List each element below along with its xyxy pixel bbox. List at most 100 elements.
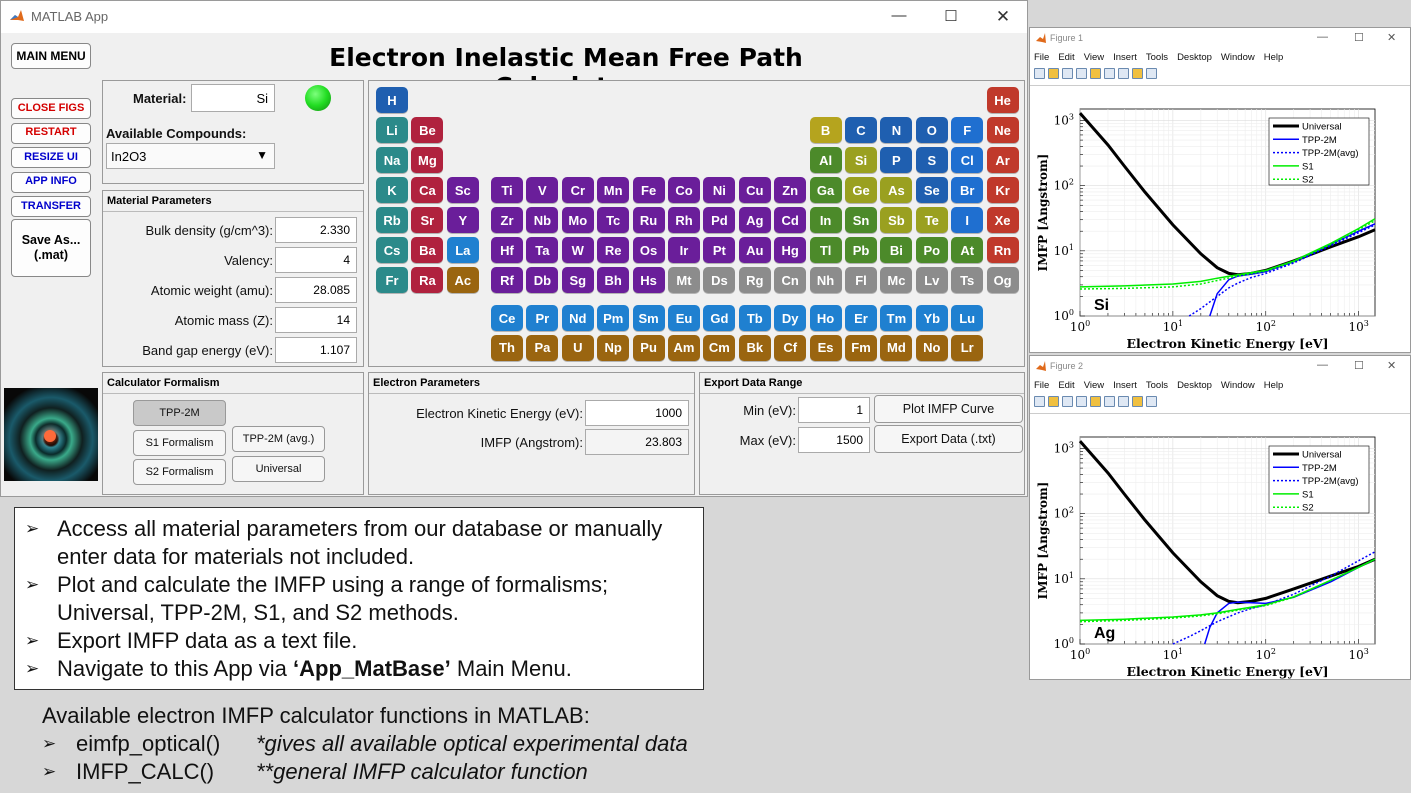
- element-co-button[interactable]: Co: [668, 177, 700, 203]
- element-ac-button[interactable]: Ac: [446, 267, 479, 293]
- element-os-button[interactable]: Os: [632, 237, 665, 263]
- element-ru-button[interactable]: Ru: [632, 207, 665, 233]
- element-bi-button[interactable]: Bi: [880, 237, 913, 263]
- element-eu-button[interactable]: Eu: [668, 305, 700, 331]
- element-kr-button[interactable]: Kr: [986, 177, 1019, 203]
- element-b-button[interactable]: B: [809, 117, 842, 143]
- element-cf-button[interactable]: Cf: [774, 334, 807, 361]
- element-hs-button[interactable]: Hs: [632, 267, 665, 293]
- element-po-button[interactable]: Po: [915, 237, 948, 263]
- element-i-button[interactable]: I: [951, 207, 984, 233]
- element-ds-button[interactable]: Ds: [703, 267, 736, 293]
- element-v-button[interactable]: V: [526, 177, 559, 203]
- element-md-button[interactable]: Md: [880, 334, 913, 361]
- element-th-button[interactable]: Th: [491, 334, 523, 361]
- min-input[interactable]: 1: [798, 397, 870, 423]
- element-ag-button[interactable]: Ag: [738, 207, 771, 233]
- element-be-button[interactable]: Be: [411, 117, 444, 143]
- element-ir-button[interactable]: Ir: [668, 237, 700, 263]
- param-input[interactable]: 2.330: [275, 217, 357, 243]
- element-cr-button[interactable]: Cr: [561, 177, 594, 203]
- element-br-button[interactable]: Br: [951, 177, 984, 203]
- element-in-button[interactable]: In: [809, 207, 842, 233]
- element-pm-button[interactable]: Pm: [597, 305, 630, 331]
- element-h-button[interactable]: H: [376, 87, 408, 113]
- element-sb-button[interactable]: Sb: [880, 207, 913, 233]
- element-sc-button[interactable]: Sc: [446, 177, 479, 203]
- resize-ui-button[interactable]: RESIZE UI: [11, 147, 91, 168]
- element-cl-button[interactable]: Cl: [951, 147, 984, 173]
- param-input[interactable]: 14: [275, 307, 357, 333]
- element-tb-button[interactable]: Tb: [738, 305, 771, 331]
- element-cm-button[interactable]: Cm: [703, 334, 736, 361]
- element-na-button[interactable]: Na: [376, 147, 408, 173]
- element-p-button[interactable]: P: [880, 147, 913, 173]
- element-pa-button[interactable]: Pa: [526, 334, 559, 361]
- element-ti-button[interactable]: Ti: [491, 177, 523, 203]
- element-si-button[interactable]: Si: [845, 147, 877, 173]
- element-zn-button[interactable]: Zn: [774, 177, 807, 203]
- element-db-button[interactable]: Db: [526, 267, 559, 293]
- material-input[interactable]: Si: [191, 84, 275, 112]
- s2-formalism-button[interactable]: S2 Formalism: [133, 459, 226, 485]
- element-ts-button[interactable]: Ts: [951, 267, 984, 293]
- element-pd-button[interactable]: Pd: [703, 207, 736, 233]
- element-og-button[interactable]: Og: [986, 267, 1019, 293]
- element-cs-button[interactable]: Cs: [376, 237, 408, 263]
- element-n-button[interactable]: N: [880, 117, 913, 143]
- element-er-button[interactable]: Er: [845, 305, 877, 331]
- element-la-button[interactable]: La: [446, 237, 479, 263]
- element-fe-button[interactable]: Fe: [632, 177, 665, 203]
- element-f-button[interactable]: F: [951, 117, 984, 143]
- element-fl-button[interactable]: Fl: [845, 267, 877, 293]
- element-ni-button[interactable]: Ni: [703, 177, 736, 203]
- element-cd-button[interactable]: Cd: [774, 207, 807, 233]
- element-c-button[interactable]: C: [845, 117, 877, 143]
- element-rh-button[interactable]: Rh: [668, 207, 700, 233]
- element-at-button[interactable]: At: [951, 237, 984, 263]
- universal-button[interactable]: Universal: [232, 456, 325, 482]
- param-input[interactable]: 1.107: [275, 337, 357, 363]
- element-ca-button[interactable]: Ca: [411, 177, 444, 203]
- element-au-button[interactable]: Au: [738, 237, 771, 263]
- maximize-icon[interactable]: ☐: [931, 7, 971, 25]
- element-se-button[interactable]: Se: [915, 177, 948, 203]
- element-pr-button[interactable]: Pr: [526, 305, 559, 331]
- element-nd-button[interactable]: Nd: [561, 305, 594, 331]
- element-mo-button[interactable]: Mo: [561, 207, 594, 233]
- element-yb-button[interactable]: Yb: [915, 305, 948, 331]
- element-rg-button[interactable]: Rg: [738, 267, 771, 293]
- element-mt-button[interactable]: Mt: [668, 267, 700, 293]
- element-lu-button[interactable]: Lu: [951, 305, 984, 331]
- compounds-dropdown[interactable]: In2O3 ▼: [106, 143, 275, 169]
- element-cu-button[interactable]: Cu: [738, 177, 771, 203]
- element-fm-button[interactable]: Fm: [845, 334, 877, 361]
- element-mg-button[interactable]: Mg: [411, 147, 444, 173]
- element-lv-button[interactable]: Lv: [915, 267, 948, 293]
- element-rb-button[interactable]: Rb: [376, 207, 408, 233]
- element-ne-button[interactable]: Ne: [986, 117, 1019, 143]
- close-figs-button[interactable]: CLOSE FIGS: [11, 98, 91, 119]
- element-np-button[interactable]: Np: [597, 334, 630, 361]
- element-ra-button[interactable]: Ra: [411, 267, 444, 293]
- element-he-button[interactable]: He: [986, 87, 1019, 113]
- element-hf-button[interactable]: Hf: [491, 237, 523, 263]
- restart-button[interactable]: RESTART: [11, 122, 91, 144]
- element-rf-button[interactable]: Rf: [491, 267, 523, 293]
- element-k-button[interactable]: K: [376, 177, 408, 203]
- element-pt-button[interactable]: Pt: [703, 237, 736, 263]
- close-icon[interactable]: ✕: [983, 7, 1023, 27]
- element-rn-button[interactable]: Rn: [986, 237, 1019, 263]
- element-o-button[interactable]: O: [915, 117, 948, 143]
- element-zr-button[interactable]: Zr: [491, 207, 523, 233]
- element-ga-button[interactable]: Ga: [809, 177, 842, 203]
- element-pb-button[interactable]: Pb: [845, 237, 877, 263]
- minimize-icon[interactable]: —: [879, 7, 919, 24]
- element-y-button[interactable]: Y: [446, 207, 479, 233]
- element-sn-button[interactable]: Sn: [845, 207, 877, 233]
- element-ce-button[interactable]: Ce: [491, 305, 523, 331]
- element-w-button[interactable]: W: [561, 237, 594, 263]
- transfer-button[interactable]: TRANSFER: [11, 196, 91, 217]
- element-pu-button[interactable]: Pu: [632, 334, 665, 361]
- s1-formalism-button[interactable]: S1 Formalism: [133, 430, 226, 456]
